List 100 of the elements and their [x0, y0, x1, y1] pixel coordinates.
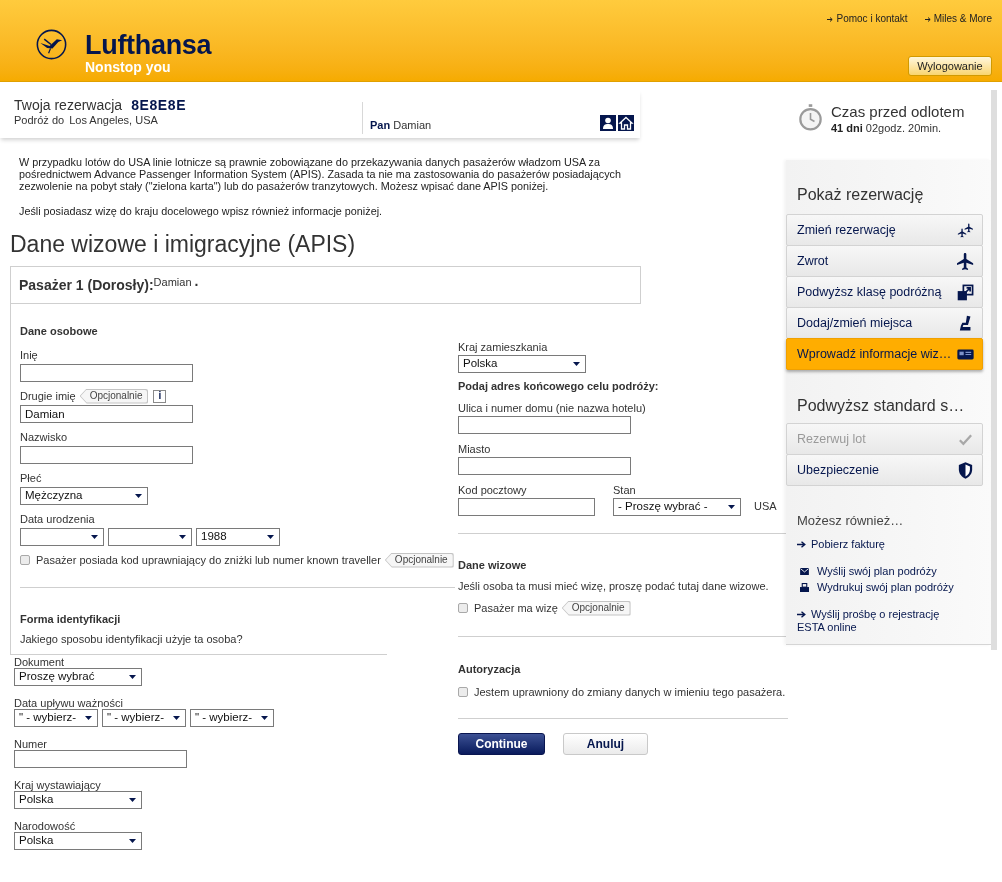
envelope-icon	[800, 568, 809, 575]
field-label: Miasto	[458, 441, 491, 457]
menu-item[interactable]: Ubezpieczenie	[786, 454, 983, 486]
caret-down-icon	[85, 716, 92, 720]
home-icon[interactable]	[618, 115, 634, 131]
dropdown[interactable]: 1988	[196, 528, 280, 546]
passenger-title: Pasażer 1 (Dorosły):	[19, 275, 154, 295]
text-input[interactable]	[458, 498, 595, 516]
section-heading: Autoryzacja	[458, 662, 522, 676]
field-label: Płeć	[20, 470, 42, 486]
menu-item[interactable]: Podwyższ klasę podróżną	[786, 276, 983, 308]
text-input[interactable]: Damian	[20, 405, 193, 423]
clock-icon	[799, 104, 822, 131]
field-label: Kraj wystawiający	[14, 777, 101, 793]
caret-down-icon	[129, 798, 136, 802]
text-input[interactable]	[458, 416, 631, 434]
more-heading: Możesz również…	[796, 513, 905, 529]
caret-down-icon	[573, 362, 580, 366]
caret-down-icon	[728, 505, 735, 509]
person-icon[interactable]	[600, 115, 616, 131]
info-button[interactable]: i	[153, 389, 167, 403]
header-link[interactable]: Pomoc i kontakt	[827, 13, 908, 25]
plane-icon	[957, 252, 974, 270]
checkbox-label: Pasażer posiada kod uprawniający do zniżki lub numer known traveller	[36, 552, 381, 568]
printer-icon	[800, 583, 809, 592]
checkbox-label: Jestem uprawniony do zmiany danych w imieniu tego pasażera.	[474, 684, 786, 700]
logo-text: Lufthansa	[85, 32, 212, 58]
section-heading: Forma identyfikacji	[20, 612, 122, 626]
arrow-icon	[827, 16, 834, 22]
field-label: Stan	[613, 482, 636, 498]
info-text: Jeśli osoba ta musi mieć wizę, proszę podać tutaj dane wizowe.	[458, 579, 770, 593]
cancel-button[interactable]: Anuluj	[563, 733, 648, 755]
sidebar-link[interactable]: Wyślij prośbę o rejestrację ESTA online	[797, 608, 969, 634]
dropdown[interactable]: - Proszę wybrać -	[613, 498, 741, 516]
caret-down-icon	[173, 716, 180, 720]
caret-down-icon	[267, 535, 274, 539]
menu-item[interactable]: Wprowadź informacje wiz…	[786, 338, 983, 370]
dropdown[interactable]: " - wybierz-	[102, 709, 186, 727]
field-label: Kod pocztowy	[458, 482, 527, 498]
menu-item[interactable]: Zmień rezerwację	[786, 214, 983, 246]
intro-text: W przypadku lotów do USA linie lotnicze są prawnie zobowiązane do przekazywania danych pasażerów władzom USA za pośrednictwem Advance Passenger Information System (APIS). Zasada ta nie ma zastosowania do pasażerów posiadających zezwolenie na pobyt stały ("zielona karta") lub do pasażerów tranzytowych. Możesz wpisać dane APIS poniżej.	[19, 156, 622, 192]
caret-down-icon	[91, 535, 98, 539]
continue-button[interactable]: Continue	[458, 733, 545, 755]
field-label: Data upływu ważności	[14, 695, 123, 711]
menu-item[interactable]: Dodaj/zmień miejsca	[786, 307, 983, 339]
upgrade-arrow-icon	[957, 283, 974, 301]
booking-code: 8E8E8E	[131, 97, 187, 114]
passenger-name: Pan Damian	[370, 118, 432, 133]
menu-item[interactable]: Zwrot	[786, 245, 983, 277]
text-input[interactable]	[20, 364, 193, 382]
checkbox[interactable]	[458, 687, 468, 697]
optional-tag: Opcjonalnie	[79, 388, 149, 404]
arrow-icon	[797, 541, 806, 548]
passenger-name: Damian .	[153, 275, 199, 289]
country-text: USA	[754, 500, 777, 513]
logout-button[interactable]: Wylogowanie	[908, 56, 992, 76]
reservation-label: Twoja rezerwacja	[14, 97, 123, 114]
dropdown[interactable]: Polska	[14, 832, 142, 850]
caret-down-icon	[135, 494, 142, 498]
field-label: Narodowość	[14, 818, 76, 834]
sidebar-link[interactable]: Wyślij swój plan podróży	[797, 565, 969, 578]
dropdown[interactable]: Polska	[14, 791, 142, 809]
header-link[interactable]: Miles & More	[924, 13, 992, 25]
field-label: Nazwisko	[20, 429, 68, 445]
sidebar-link[interactable]: Wydrukuj swój plan podróży	[797, 581, 969, 594]
caret-down-icon	[129, 839, 136, 843]
field-label: Dokument	[14, 654, 65, 670]
dropdown[interactable]: Polska	[458, 355, 586, 373]
sidebar-link[interactable]: Pobierz fakturę	[797, 538, 969, 551]
field-label: Numer	[14, 736, 47, 752]
countdown-text: 41 dni 02godz. 20min.	[831, 121, 943, 135]
destination-label: Podróż do	[14, 114, 65, 127]
menu-heading: Pokaż rezerwację	[796, 185, 925, 205]
checkbox[interactable]	[20, 555, 30, 565]
caret-down-icon	[179, 535, 186, 539]
two-planes-icon	[957, 221, 974, 239]
dropdown[interactable]	[108, 528, 192, 546]
dropdown[interactable]: " - wybierz-	[190, 709, 274, 727]
dropdown[interactable]	[20, 528, 104, 546]
checkbox[interactable]	[458, 603, 468, 613]
text-input[interactable]	[458, 457, 631, 475]
field-label: Kraj zamieszkania	[458, 339, 548, 355]
shield-icon	[957, 461, 974, 479]
dropdown[interactable]: " - wybierz-	[14, 709, 98, 727]
intro-text: Jeśli posiadasz wizę do kraju docelowego wpisz również informacje poniżej.	[19, 205, 384, 217]
field-label: Data urodzenia	[20, 511, 95, 527]
section-heading: Podaj adres końcowego celu podróży:	[458, 379, 660, 393]
text-input[interactable]	[14, 750, 187, 768]
checkbox-label: Pasażer ma wizę	[474, 600, 558, 616]
caret-down-icon	[129, 675, 136, 679]
dropdown[interactable]: Mężczyzna	[20, 487, 148, 505]
arrow-icon	[924, 16, 931, 22]
countdown-title: Czas przed odlotem	[831, 103, 965, 121]
text-input[interactable]	[20, 446, 193, 464]
field-label: Ulica i numer domu (nie nazwa hotelu)	[458, 400, 646, 416]
arrow-icon	[797, 611, 806, 618]
question-text: Jakiego sposobu identyfikacji użyje ta osoba?	[20, 632, 244, 646]
field-label: Inię	[20, 347, 38, 363]
section-heading: Dane osobowe	[20, 324, 99, 338]
dropdown[interactable]: Proszę wybrać	[14, 668, 142, 686]
